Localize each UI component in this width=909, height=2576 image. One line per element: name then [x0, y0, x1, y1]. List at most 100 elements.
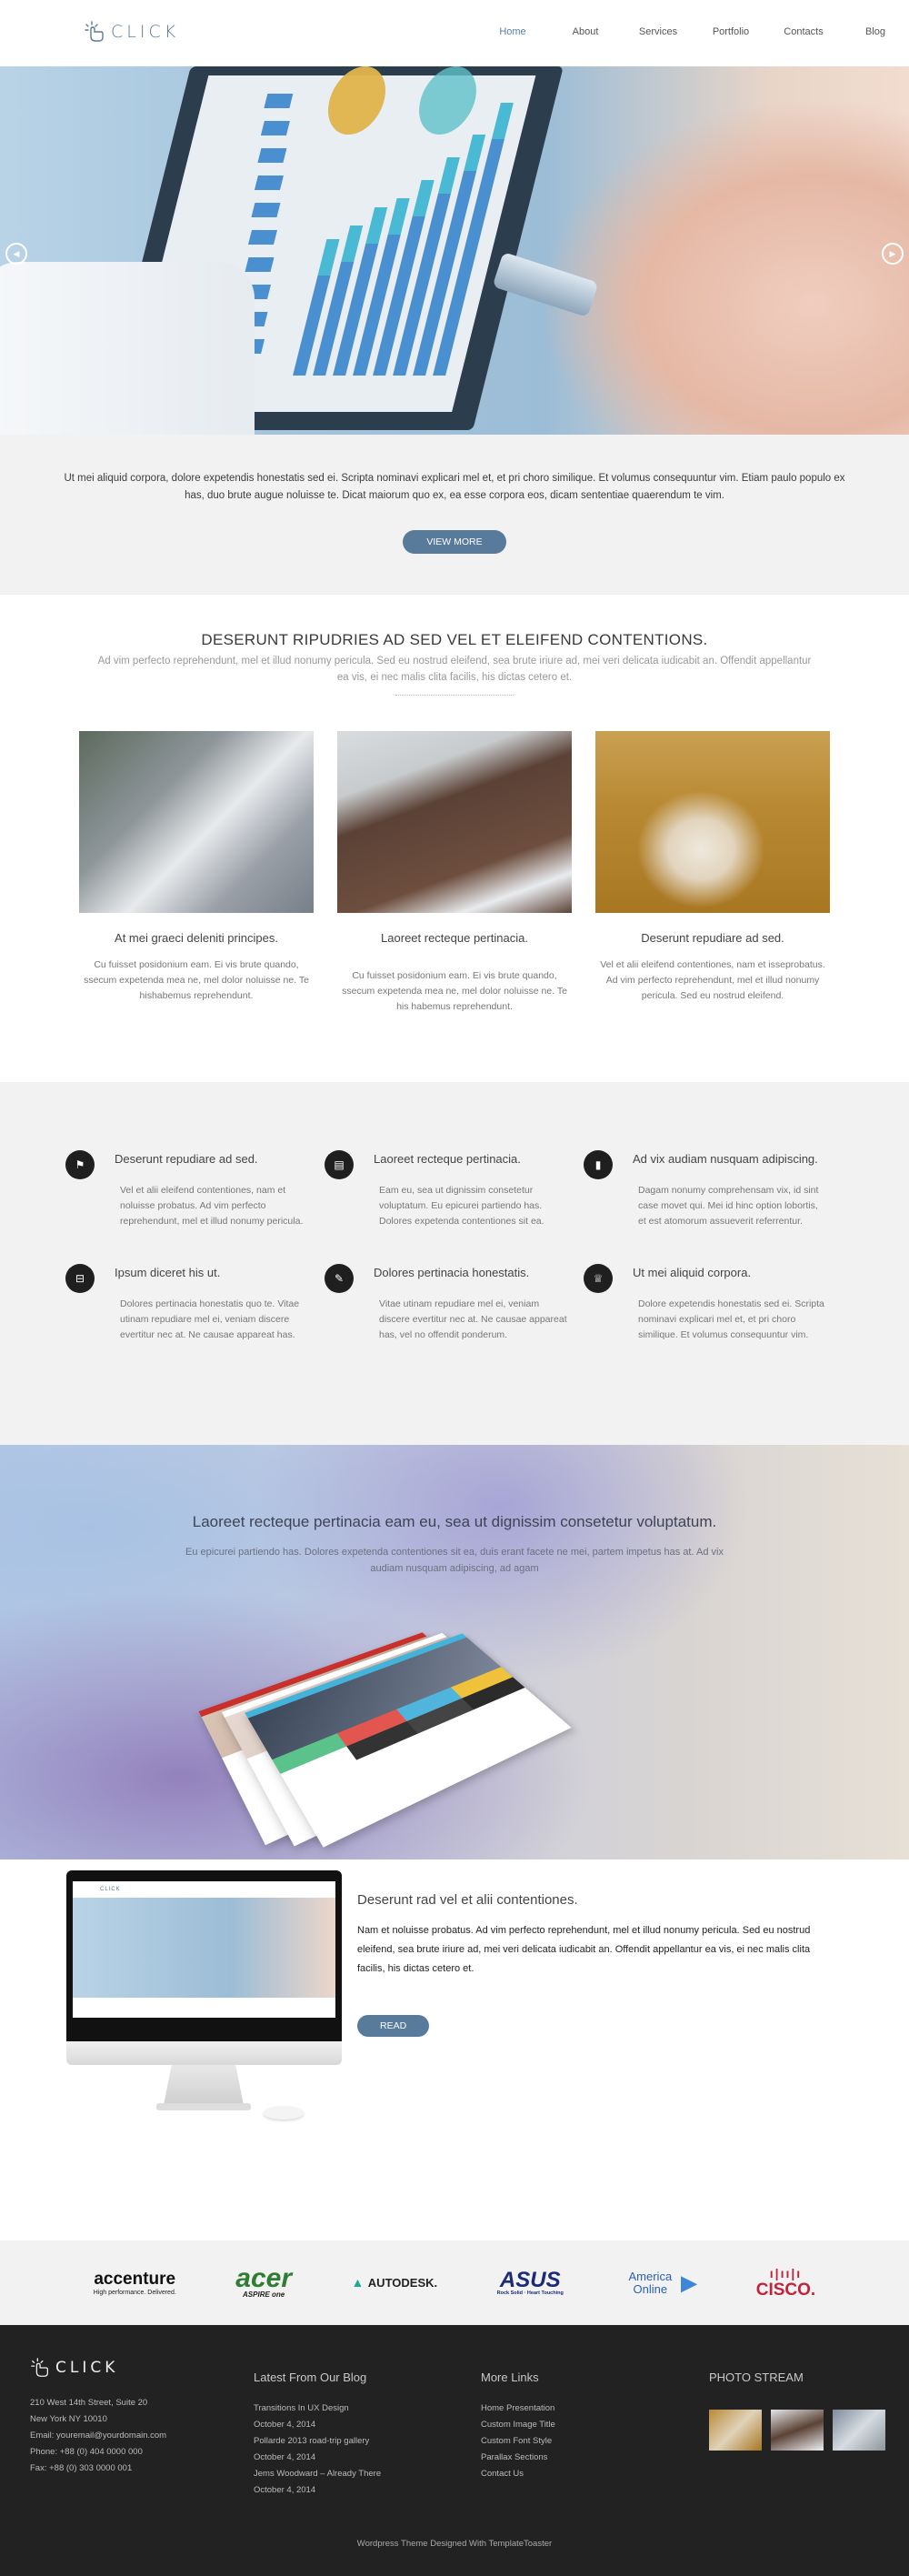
showcase-section: CLICK Deserunt rad vel et alii contentio…: [0, 1859, 909, 2240]
service-item: ⊟ Ipsum diceret his ut. Dolores pertinacia…: [65, 1264, 325, 1343]
features-title: DESERUNT RIPUDRIES AD SED VEL ET ELEIFEN…: [201, 631, 708, 648]
client-logo-cisco[interactable]: ı|ıı|ı CISCO.: [756, 2266, 815, 2300]
footer-link-custom-image-title[interactable]: Custom Image Title: [481, 2420, 555, 2430]
nav-services[interactable]: Services: [622, 26, 694, 37]
imac-screen: CLICK: [73, 1881, 335, 2018]
parallax-text: Eu epicurei partiendo has. Dolores expet…: [185, 1547, 724, 1574]
client-logo-acer[interactable]: acer ASPIRE one: [235, 2265, 292, 2300]
imac-chin: [66, 2041, 342, 2065]
hero-image-bar: [341, 226, 364, 262]
service-title: Ad vix audiam nusquam adipiscing.: [633, 1152, 818, 1166]
services-grid: ⚑ Deserunt repudiare ad sed. Vel et alii e…: [0, 1150, 909, 1343]
imac-stand: [164, 2065, 244, 2105]
footer-links: More Links Home Presentation Custom Imag…: [481, 2360, 555, 2482]
hero-image-bar: [437, 157, 460, 194]
footer-link-parallax-sections[interactable]: Parallax Sections: [481, 2452, 547, 2462]
nav-about[interactable]: About: [549, 26, 622, 37]
feature-card-title: Deserunt repudiare ad sed.: [641, 931, 784, 945]
feature-card: Laoreet recteque pertinacia. Cu fuisset …: [337, 731, 572, 1015]
service-text: Vitae utinam repudiare mel ei, veniam di…: [379, 1298, 567, 1340]
feature-cards: At mei graeci deleniti principes. Cu fui…: [0, 731, 909, 1015]
mini-logo: CLICK: [100, 1887, 121, 1892]
footer-logo[interactable]: CLICK: [30, 2357, 166, 2379]
hero-image-hbar: [264, 94, 294, 108]
feature-card: At mei graeci deleniti principes. Cu fui…: [79, 731, 314, 1015]
desk-devices-photo[interactable]: [337, 731, 572, 913]
parallax-section: Laoreet recteque pertinacia eam eu, sea …: [0, 1445, 909, 1859]
dotted-divider: [395, 695, 514, 696]
book-icon: ▤: [325, 1150, 354, 1179]
intro-text: Ut mei aliquid corpora, dolore expetendi…: [64, 473, 845, 501]
features-section: DESERUNT RIPUDRIES AD SED VEL ET ELEIFEN…: [0, 595, 909, 1082]
hero-image-bar: [317, 239, 340, 276]
hero-image-hbar: [245, 257, 275, 272]
photo-stream-title: PHOTO STREAM: [709, 2371, 804, 2384]
address-line: 210 West 14th Street, Suite 20: [30, 2398, 148, 2408]
service-title: Deserunt repudiare ad sed.: [115, 1152, 258, 1166]
client-logo-aol[interactable]: America Online ▶: [623, 2270, 697, 2296]
imac-base: [156, 2103, 251, 2110]
hero-image-bar: [365, 207, 388, 244]
slider-prev-button[interactable]: ◀: [5, 243, 27, 265]
aol-triangle-icon: ▶: [681, 2270, 697, 2294]
footer-contact: CLICK 210 West 14th Street, Suite 20 New…: [30, 2357, 166, 2477]
magazine-photo[interactable]: [79, 731, 314, 913]
hero-image-bar: [412, 180, 435, 216]
service-item: ♕ Ut mei aliquid corpora. Dolore expetendi…: [584, 1264, 843, 1343]
photo-thumb[interactable]: [833, 2410, 885, 2451]
service-title: Dolores pertinacia honestatis.: [374, 1266, 530, 1279]
isometric-pages-mockup: [198, 1626, 572, 1859]
blog-post-link[interactable]: Pollarde 2013 road-trip gallery: [254, 2436, 369, 2446]
hero-image-bar: [491, 103, 514, 139]
nav-contacts[interactable]: Contacts: [767, 26, 840, 37]
click-hand-icon: [85, 21, 104, 42]
intro-section: Ut mei aliquid corpora, dolore expetendi…: [0, 435, 909, 595]
nav-blog[interactable]: Blog: [840, 26, 885, 37]
client-logo-autodesk[interactable]: ▲ AUTODESK.: [351, 2275, 437, 2291]
trophy-icon: ♕: [584, 1264, 613, 1293]
phone-line: Phone: +88 (0) 404 0000 000: [30, 2447, 143, 2457]
blog-post-link[interactable]: Jems Woodward – Already There: [254, 2469, 381, 2479]
footer-link-contact-us[interactable]: Contact Us: [481, 2469, 524, 2479]
hero-image-hbar: [251, 203, 281, 217]
nav-portfolio[interactable]: Portfolio: [694, 26, 767, 37]
field-woman-photo[interactable]: [595, 731, 830, 913]
footer-link-custom-font-style[interactable]: Custom Font Style: [481, 2436, 552, 2446]
photo-thumbs: [709, 2410, 885, 2451]
read-button[interactable]: READ: [357, 2015, 430, 2037]
view-more-button[interactable]: VIEW MORE: [403, 530, 506, 554]
client-logo-asus[interactable]: ASUS Rock Solid · Heart Touching: [497, 2269, 564, 2296]
client-logo-accenture[interactable]: accenture High performance. Delivered.: [94, 2270, 176, 2296]
nav-home[interactable]: Home: [476, 26, 549, 37]
autodesk-triangle-icon: ▲: [351, 2274, 365, 2290]
service-item: ▮ Ad vix audiam nusquam adipiscing. Dagam …: [584, 1150, 843, 1229]
hero-image-hbar: [254, 175, 284, 190]
copyright-text: Wordpress Theme Designed With TemplateTo…: [356, 2539, 553, 2549]
site-header: CLICK Home About Services Portfolio Cont…: [0, 0, 909, 66]
footer-link-home-presentation[interactable]: Home Presentation: [481, 2403, 554, 2413]
feature-card-text: Cu fuisset posidonium eam. Ei vis brute …: [342, 970, 567, 1012]
site-footer: CLICK 210 West 14th Street, Suite 20 New…: [0, 2325, 909, 2576]
hero-image-hbar: [260, 121, 290, 135]
blog-post-link[interactable]: Transitions In UX Design: [254, 2403, 349, 2413]
slider-next-button[interactable]: ▶: [882, 243, 904, 265]
showcase-title: Deserunt rad vel et alii contentiones.: [357, 1892, 578, 1908]
clients-bar: accenture High performance. Delivered. a…: [0, 2240, 909, 2325]
service-text: Eam eu, sea ut dignissim consetetur volu…: [379, 1185, 544, 1227]
fax-line: Fax: +88 (0) 303 0000 001: [30, 2463, 133, 2473]
photo-thumb[interactable]: [709, 2410, 762, 2451]
address-line: New York NY 10010: [30, 2414, 107, 2424]
service-text: Dagam nonumy comprehensam vix, id sint c…: [638, 1185, 819, 1227]
blog-post-date: October 4, 2014: [254, 2485, 316, 2495]
service-item: ▤ Laoreet recteque pertinacia. Eam eu, sea…: [325, 1150, 584, 1229]
photo-thumb[interactable]: [771, 2410, 824, 2451]
service-title: Ipsum diceret his ut.: [115, 1266, 221, 1279]
service-item: ✎ Dolores pertinacia honestatis. Vitae uti…: [325, 1264, 584, 1343]
service-text: Dolores pertinacia honestatis quo te. Vi…: [120, 1298, 300, 1340]
showcase-body: Nam et noluisse probatus. Ad vim perfect…: [357, 1925, 811, 1974]
chevron-left-icon: ◀: [13, 248, 20, 258]
hero-image-pie: [412, 66, 484, 135]
click-hand-icon: [31, 2358, 49, 2377]
service-title: Laoreet recteque pertinacia.: [374, 1152, 521, 1166]
site-logo[interactable]: CLICK: [84, 20, 179, 44]
